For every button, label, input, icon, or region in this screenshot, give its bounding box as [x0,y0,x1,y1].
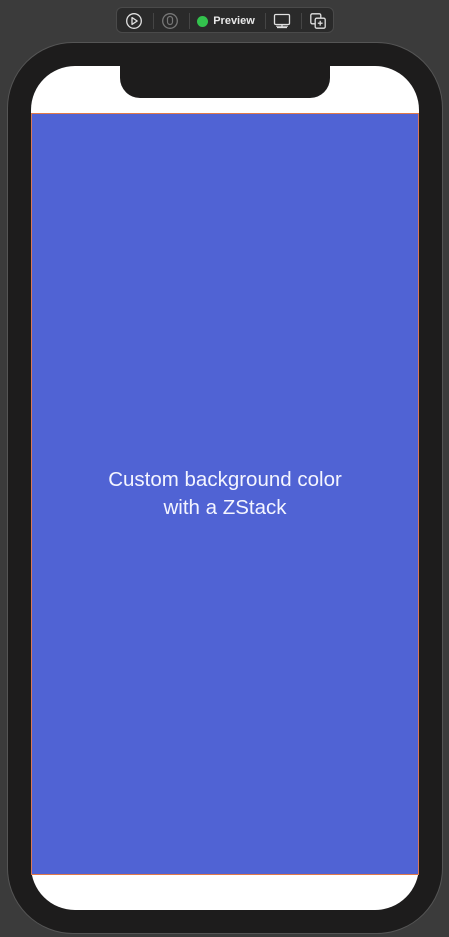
status-indicator-icon [197,15,209,27]
play-circle-icon [126,13,142,29]
live-preview-button[interactable] [123,11,145,31]
preview-canvas: Preview Custom background color with a Z… [0,0,449,937]
content-text-line2: with a ZStack [163,496,287,519]
device-notch [120,66,330,98]
display-settings-icon [273,13,291,29]
preview-toolbar: Preview [116,7,334,33]
device-settings-button[interactable] [271,11,293,31]
toolbar-divider [301,13,302,29]
duplicate-preview-button[interactable] [307,11,329,31]
preview-label: Preview [213,15,255,27]
preview-status-button[interactable]: Preview [195,11,257,31]
toolbar-divider [153,13,154,29]
toolbar-divider [189,13,190,29]
content-text-line1: Custom background color [108,468,342,491]
zstack-background: Custom background color with a ZStack [31,113,419,875]
toolbar-divider [265,13,266,29]
selectable-mode-button[interactable] [159,11,181,31]
duplicate-icon [310,13,326,29]
cursor-circle-icon [162,13,178,29]
content-text: Custom background color with a ZStack [75,466,375,522]
